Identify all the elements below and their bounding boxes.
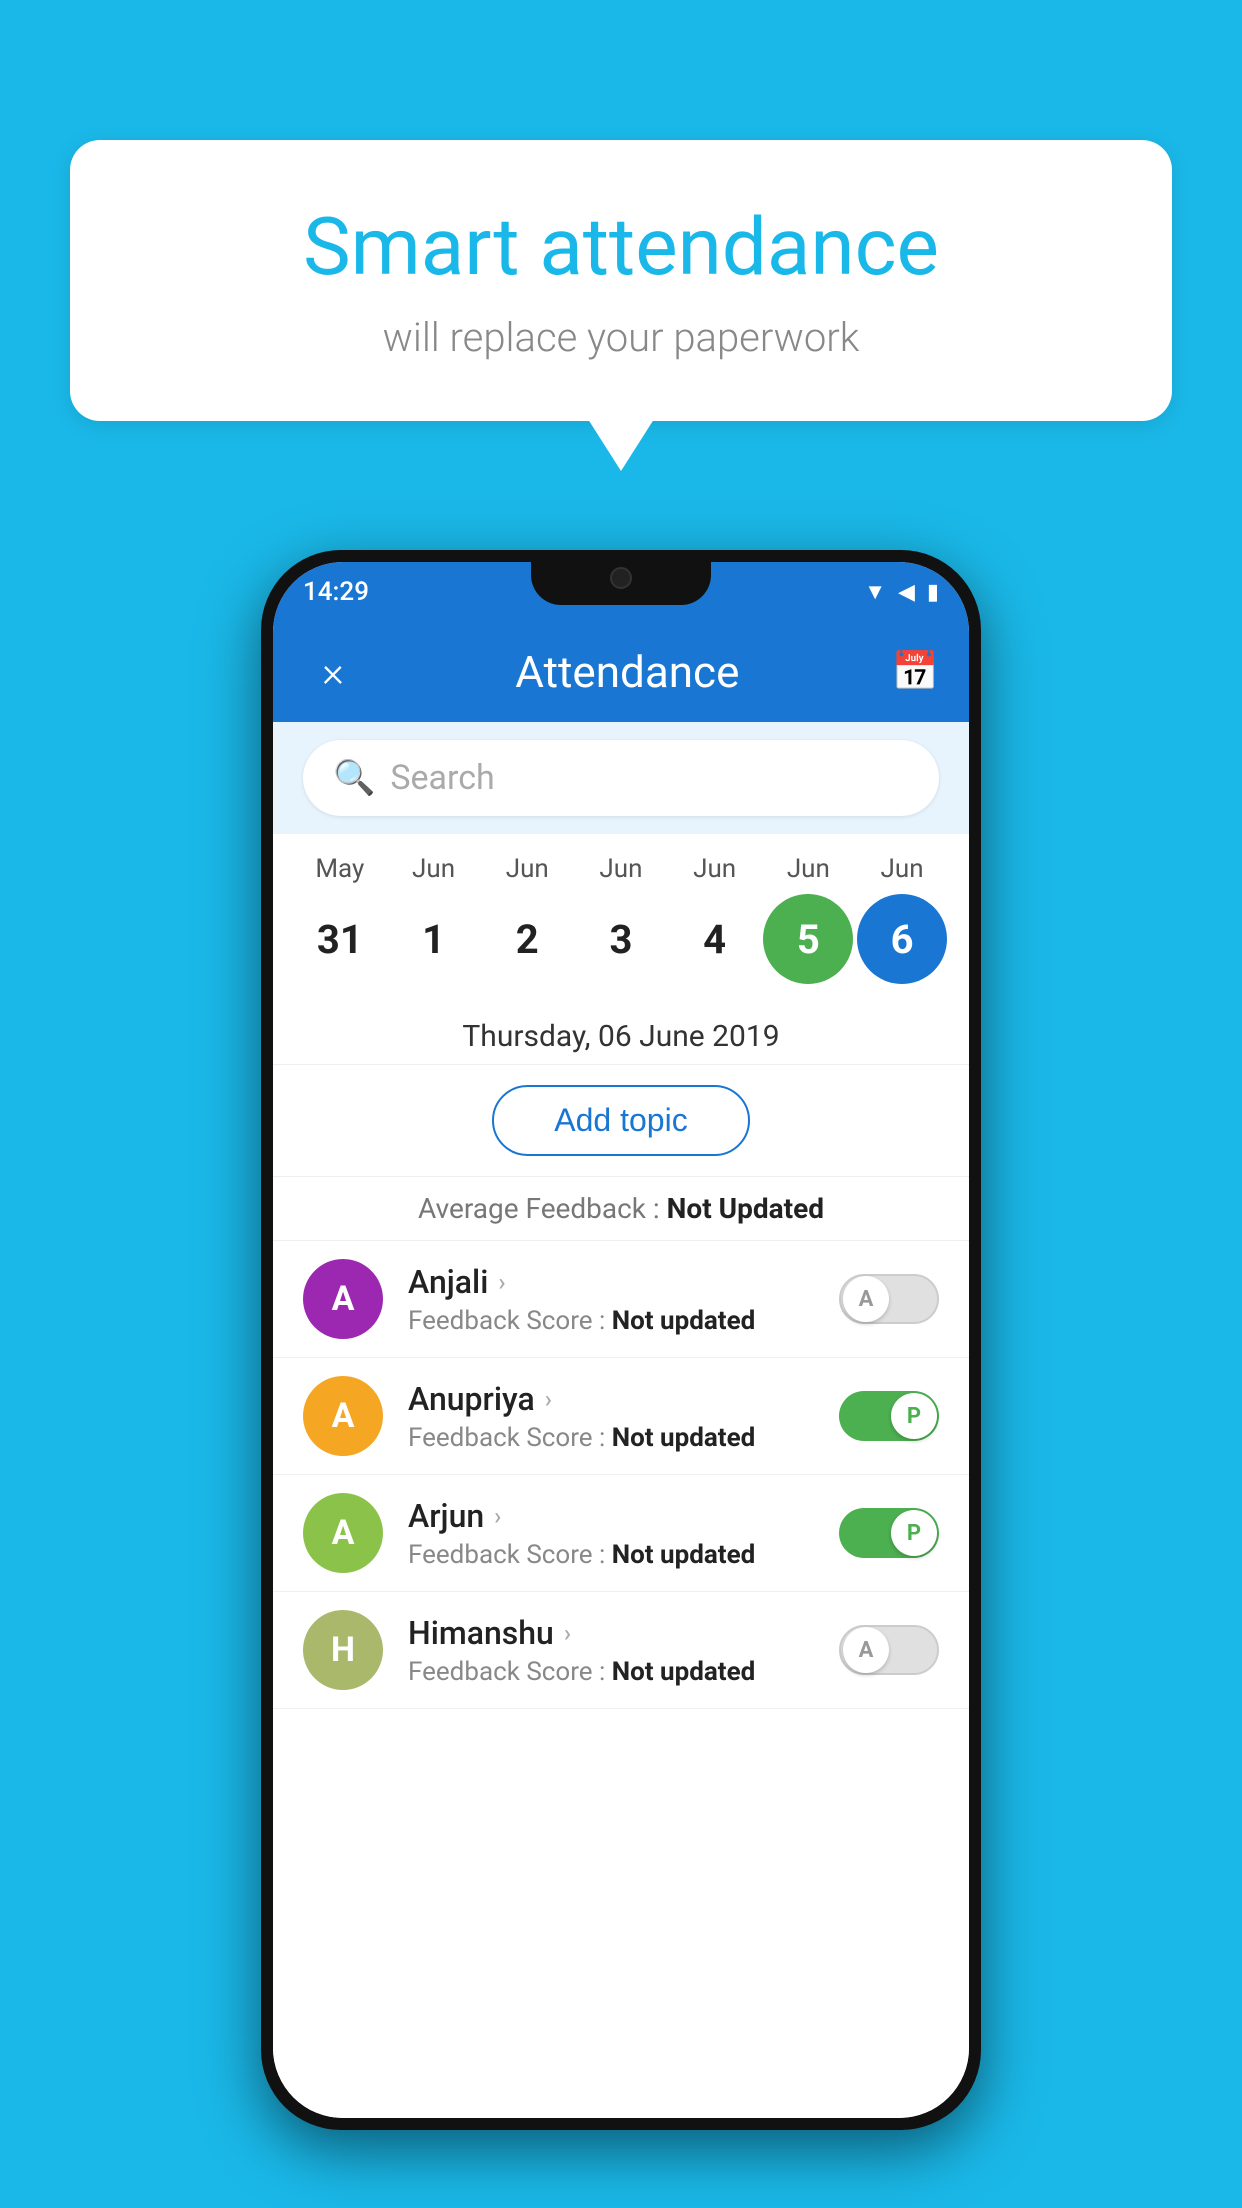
chevron-icon-anjali: › [498, 1268, 505, 1296]
day-2[interactable]: 2 [482, 894, 572, 984]
student-info-anjali: Anjali › Feedback Score : Not updated [408, 1263, 839, 1336]
avatar-anupriya: A [303, 1376, 383, 1456]
student-score-himanshu: Feedback Score : Not updated [408, 1657, 839, 1687]
wifi-icon: ▼ [864, 579, 886, 605]
calendar-button[interactable]: 📅 [892, 650, 939, 694]
student-info-anupriya: Anupriya › Feedback Score : Not updated [408, 1380, 839, 1453]
status-icons: ▼ ◀ ▮ [864, 579, 939, 605]
avg-feedback-value: Not Updated [667, 1192, 824, 1225]
toggle-switch-anupriya[interactable]: P [839, 1391, 939, 1441]
signal-icon: ◀ [898, 580, 915, 605]
toggle-himanshu[interactable]: A [839, 1625, 939, 1675]
search-icon: 🔍 [333, 758, 375, 798]
toggle-thumb-himanshu: A [843, 1627, 889, 1673]
toggle-anupriya[interactable]: P [839, 1391, 939, 1441]
toggle-thumb-anjali: A [843, 1276, 889, 1322]
month-4: Jun [670, 854, 760, 884]
student-item-anjali: A Anjali › Feedback Score : Not updated [273, 1241, 969, 1358]
toggle-thumb-anupriya: P [891, 1393, 937, 1439]
bubble-title: Smart attendance [150, 200, 1092, 294]
toggle-thumb-arjun: P [891, 1510, 937, 1556]
date-picker: May Jun Jun Jun Jun Jun Jun 31 1 2 3 4 5… [273, 834, 969, 1004]
avatar-himanshu: H [303, 1610, 383, 1690]
day-4[interactable]: 4 [670, 894, 760, 984]
app-bar: × Attendance 📅 [273, 622, 969, 722]
speech-bubble: Smart attendance will replace your paper… [70, 140, 1172, 421]
toggle-switch-anjali[interactable]: A [839, 1274, 939, 1324]
month-0: May [295, 854, 385, 884]
day-6[interactable]: 6 [857, 894, 947, 984]
student-item-anupriya: A Anupriya › Feedback Score : Not update… [273, 1358, 969, 1475]
phone-camera [610, 567, 632, 589]
avg-feedback: Average Feedback : Not Updated [273, 1177, 969, 1241]
month-6: Jun [857, 854, 947, 884]
phone-notch [531, 550, 711, 605]
student-score-arjun: Feedback Score : Not updated [408, 1540, 839, 1570]
month-row: May Jun Jun Jun Jun Jun Jun [293, 854, 949, 884]
search-placeholder: Search [390, 758, 494, 798]
search-container: 🔍 Search [273, 722, 969, 834]
toggle-arjun[interactable]: P [839, 1508, 939, 1558]
student-name-anupriya[interactable]: Anupriya › [408, 1380, 839, 1418]
student-name-arjun[interactable]: Arjun › [408, 1497, 839, 1535]
student-score-anupriya: Feedback Score : Not updated [408, 1423, 839, 1453]
student-name-himanshu[interactable]: Himanshu › [408, 1614, 839, 1652]
month-2: Jun [482, 854, 572, 884]
app-bar-title: Attendance [363, 646, 892, 698]
student-score-anjali: Feedback Score : Not updated [408, 1306, 839, 1336]
battery-icon: ▮ [927, 580, 939, 605]
day-1[interactable]: 1 [389, 894, 479, 984]
day-5[interactable]: 5 [763, 894, 853, 984]
student-info-arjun: Arjun › Feedback Score : Not updated [408, 1497, 839, 1570]
chevron-icon-arjun: › [494, 1502, 501, 1530]
phone-frame: 14:29 ▼ ◀ ▮ × Attendance 📅 🔍 Search [261, 550, 981, 2130]
student-item-arjun: A Arjun › Feedback Score : Not updated [273, 1475, 969, 1592]
avg-feedback-label: Average Feedback : [418, 1192, 660, 1225]
month-1: Jun [389, 854, 479, 884]
day-31[interactable]: 31 [295, 894, 385, 984]
content-area: Thursday, 06 June 2019 Add topic Average… [273, 1004, 969, 2118]
status-time: 14:29 [303, 577, 369, 607]
speech-bubble-area: Smart attendance will replace your paper… [70, 140, 1172, 421]
month-5: Jun [763, 854, 853, 884]
add-topic-container: Add topic [273, 1065, 969, 1177]
toggle-switch-himanshu[interactable]: A [839, 1625, 939, 1675]
chevron-icon-anupriya: › [545, 1385, 552, 1413]
search-bar[interactable]: 🔍 Search [303, 740, 939, 816]
close-button[interactable]: × [303, 648, 363, 697]
add-topic-button[interactable]: Add topic [492, 1085, 749, 1156]
toggle-anjali[interactable]: A [839, 1274, 939, 1324]
phone-screen: 14:29 ▼ ◀ ▮ × Attendance 📅 🔍 Search [273, 562, 969, 2118]
day-3[interactable]: 3 [576, 894, 666, 984]
chevron-icon-himanshu: › [564, 1619, 571, 1647]
avatar-anjali: A [303, 1259, 383, 1339]
student-item-himanshu: H Himanshu › Feedback Score : Not update… [273, 1592, 969, 1709]
selected-date-label: Thursday, 06 June 2019 [273, 1004, 969, 1065]
avatar-arjun: A [303, 1493, 383, 1573]
bubble-subtitle: will replace your paperwork [150, 314, 1092, 361]
day-row: 31 1 2 3 4 5 6 [293, 894, 949, 984]
toggle-switch-arjun[interactable]: P [839, 1508, 939, 1558]
month-3: Jun [576, 854, 666, 884]
student-info-himanshu: Himanshu › Feedback Score : Not updated [408, 1614, 839, 1687]
student-name-anjali[interactable]: Anjali › [408, 1263, 839, 1301]
